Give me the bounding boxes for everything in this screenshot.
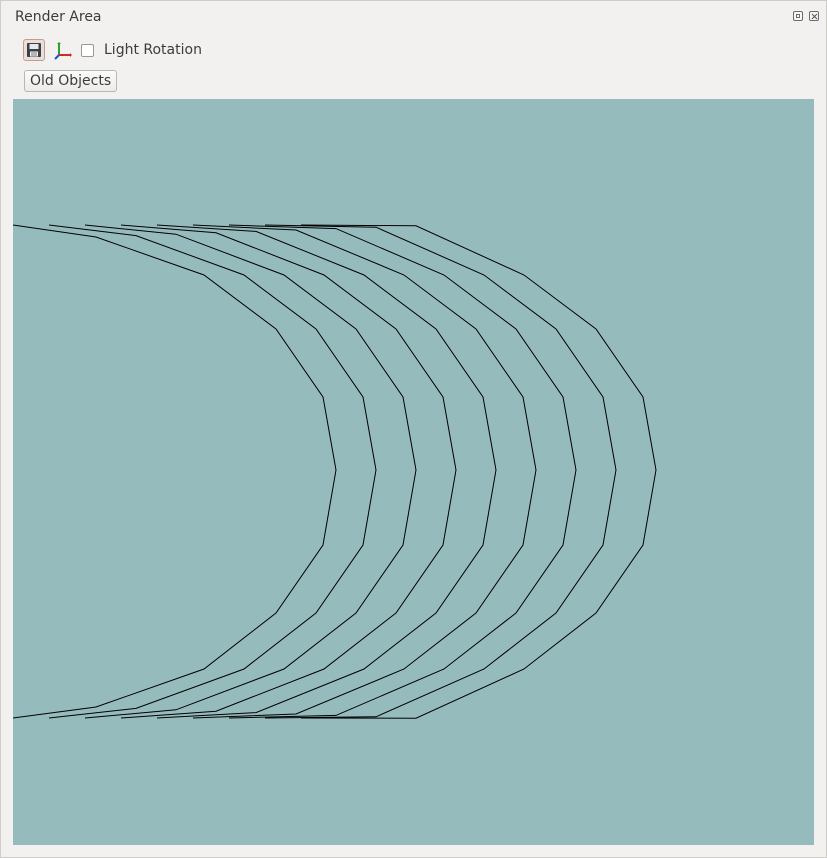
float-icon[interactable]	[793, 11, 803, 21]
curve-line-5	[156, 224, 497, 719]
light-rotation-checkbox[interactable]	[81, 44, 94, 57]
panel-title: Render Area	[15, 9, 102, 25]
curve-line-7	[228, 224, 577, 719]
axes-icon	[54, 42, 72, 60]
save-icon	[27, 43, 41, 57]
curve-line-2	[48, 224, 377, 719]
curve-line-9	[300, 224, 657, 719]
curve-line-3	[84, 224, 417, 719]
curve-line-8	[264, 224, 617, 719]
curve-line-1	[13, 224, 337, 719]
old-objects-button[interactable]: Old Objects	[24, 70, 118, 92]
save-button[interactable]	[23, 39, 45, 61]
curve-line-4	[120, 224, 457, 719]
light-rotation-label: Light Rotation	[104, 42, 202, 58]
axes-button[interactable]	[51, 39, 73, 61]
title-bar: Render Area	[1, 1, 826, 33]
curve-scene	[13, 224, 657, 719]
render-viewport[interactable]	[13, 99, 814, 845]
curve-line-6	[192, 224, 537, 719]
close-icon[interactable]	[809, 11, 819, 21]
render-toolbar: Light Rotation	[23, 39, 323, 63]
